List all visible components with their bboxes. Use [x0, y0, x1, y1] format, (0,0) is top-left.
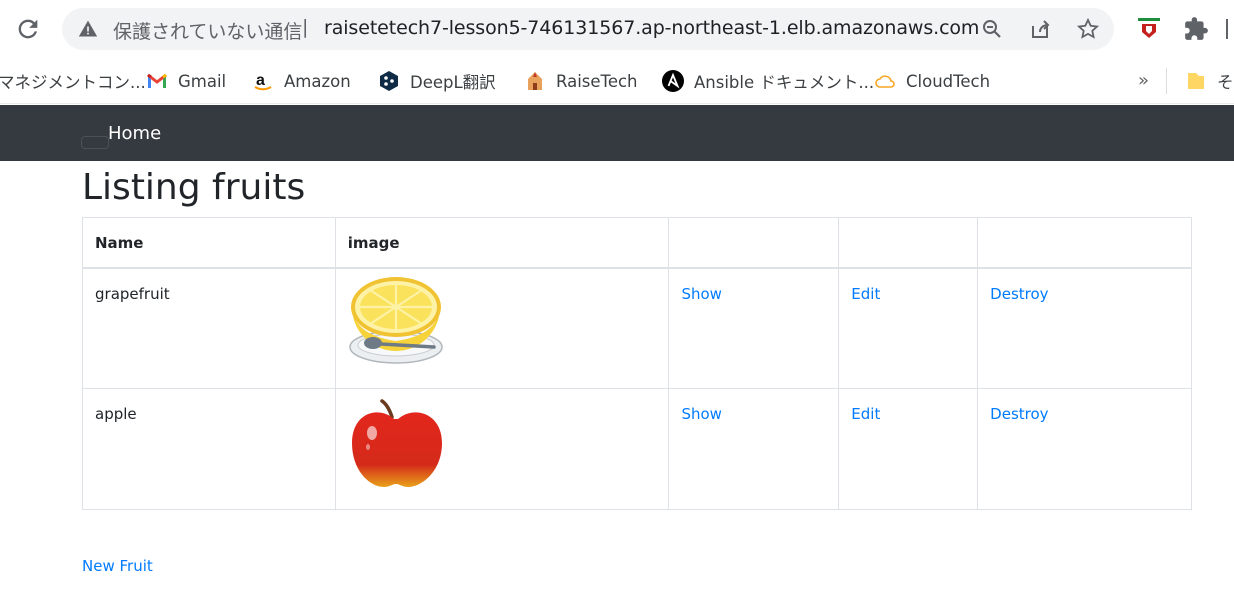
gmail-icon: [147, 73, 167, 88]
star-icon[interactable]: [1076, 17, 1100, 41]
destroy-cell: Destroy: [977, 388, 1192, 510]
fruit-image-cell: [334, 267, 670, 389]
show-cell: Show: [668, 388, 840, 510]
bookmark-ansible[interactable]: Ansible ドキュメント...: [662, 67, 874, 95]
side-panel-icon[interactable]: [1226, 19, 1228, 39]
new-fruit-link[interactable]: New Fruit: [82, 557, 153, 575]
cloudtech-icon: [875, 75, 895, 88]
destroy-link[interactable]: Destroy: [990, 405, 1048, 423]
table-header-row: Name image: [82, 217, 1192, 269]
bookmark-label: RaiseTech: [556, 71, 638, 91]
table-row: apple Show Edit Destroy: [82, 388, 1192, 510]
navbar-toggler[interactable]: [81, 136, 109, 149]
header-show: [668, 217, 840, 269]
apple-image: [351, 399, 442, 487]
zoom-icon[interactable]: [980, 17, 1004, 41]
raisetech-icon: [528, 72, 542, 90]
bookmark-label: Amazon: [284, 71, 351, 91]
share-icon[interactable]: [1028, 17, 1052, 41]
header-edit: [838, 217, 979, 269]
header-destroy: [977, 217, 1192, 269]
bookmark-label: Ansible ドキュメント...: [694, 73, 875, 92]
navbar: Home: [0, 105, 1234, 161]
table-row: grapefruit Show Edit Destroy: [82, 267, 1192, 389]
bookmark-other[interactable]: そ: [1185, 67, 1234, 95]
show-link[interactable]: Show: [681, 405, 721, 423]
bookmark-raisetech[interactable]: RaiseTech: [524, 67, 638, 95]
edit-cell: Edit: [838, 267, 979, 389]
bookmark-deepl[interactable]: DeepL翻訳: [378, 67, 496, 95]
header-image: image: [334, 217, 670, 269]
browser-toolbar: 保護されていない通信 | raisetetech7-lesson5-746131…: [0, 0, 1234, 58]
bookmark-label: CloudTech: [906, 71, 991, 91]
fruit-name: grapefruit: [82, 267, 336, 389]
bookmark-label: Gmail: [178, 71, 227, 91]
url-separator: |: [302, 16, 309, 38]
bookmarks-bar: マネジメントコン... Gmail a Amazon DeepL翻訳 Raise…: [0, 58, 1234, 104]
bookmark-aws[interactable]: マネジメントコン...: [0, 67, 146, 95]
edit-link[interactable]: Edit: [851, 285, 880, 303]
ansible-icon: [662, 70, 684, 92]
nav-home-link[interactable]: Home: [108, 123, 161, 144]
address-bar[interactable]: 保護されていない通信 | raisetetech7-lesson5-746131…: [62, 8, 1114, 50]
edit-cell: Edit: [838, 388, 979, 510]
reload-icon[interactable]: [14, 15, 42, 43]
bookmark-label: DeepL翻訳: [410, 73, 496, 92]
warning-icon[interactable]: [78, 19, 98, 39]
show-cell: Show: [668, 267, 840, 389]
header-name: Name: [82, 217, 336, 269]
more-bookmarks-icon[interactable]: »: [1138, 70, 1149, 91]
destroy-link[interactable]: Destroy: [990, 285, 1048, 303]
fruits-table: Name image grapefruit Show Edit Destroy …: [82, 217, 1192, 510]
grapefruit-image: [349, 276, 443, 364]
extensions-puzzle-icon[interactable]: [1183, 16, 1209, 42]
bookmarks-divider: [1166, 68, 1167, 94]
url-text[interactable]: raisetetech7-lesson5-746131567.ap-northe…: [324, 17, 979, 39]
deepl-icon: [380, 71, 398, 91]
svg-text:a: a: [256, 72, 265, 89]
extension-shield-icon[interactable]: [1136, 16, 1162, 42]
bookmark-label: マネジメントコン...: [0, 73, 146, 92]
bookmark-label: そ: [1217, 73, 1234, 92]
show-link[interactable]: Show: [681, 285, 721, 303]
edit-link[interactable]: Edit: [851, 405, 880, 423]
bookmark-gmail[interactable]: Gmail: [146, 67, 226, 95]
fruit-name: apple: [82, 388, 336, 510]
amazon-icon: a: [254, 72, 272, 91]
folder-icon: [1188, 73, 1204, 89]
bookmark-cloudtech[interactable]: CloudTech: [874, 67, 990, 95]
page-title: Listing fruits: [82, 167, 306, 208]
bookmark-amazon[interactable]: a Amazon: [252, 67, 351, 95]
security-label[interactable]: 保護されていない通信: [113, 17, 302, 44]
fruit-image-cell: [334, 388, 670, 510]
destroy-cell: Destroy: [977, 267, 1192, 389]
